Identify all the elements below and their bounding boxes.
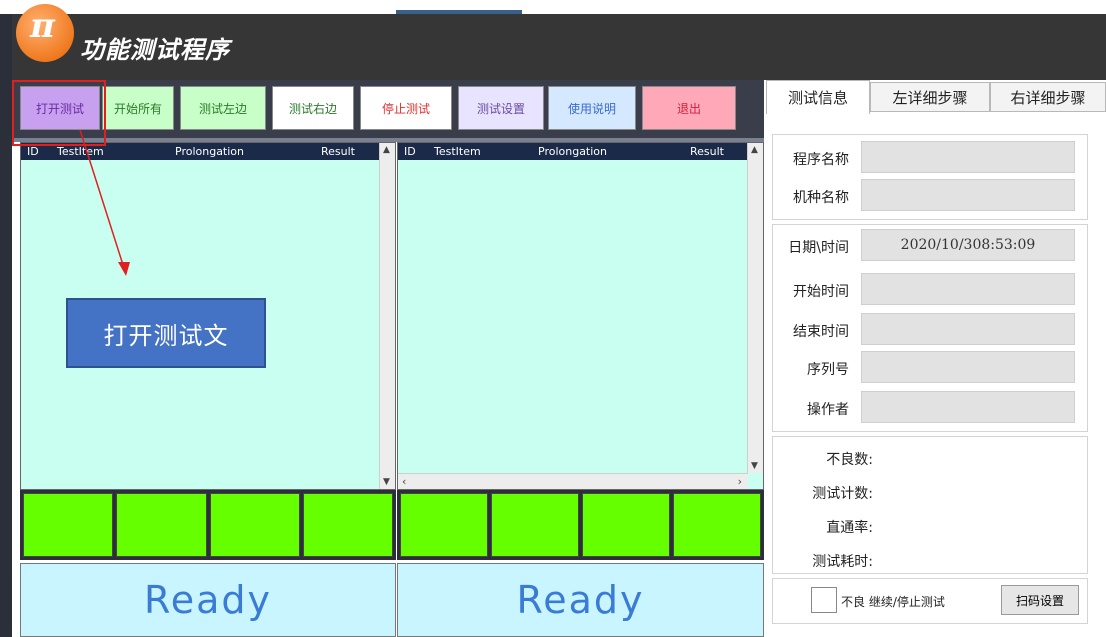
operator-label: 操作者	[807, 402, 849, 418]
toolbar: 打开测试 开始所有 测试左边 测试右边 停止测试 测试设置 使用说明 退出	[12, 80, 764, 142]
serial-field[interactable]	[861, 351, 1075, 383]
status-cell	[400, 493, 488, 557]
tab-test-info[interactable]: 测试信息	[766, 80, 870, 114]
continue-stop-checkbox[interactable]	[811, 587, 837, 613]
user-guide-button[interactable]: 使用说明	[548, 86, 636, 130]
end-time-label: 结束时间	[793, 324, 849, 340]
exit-button[interactable]: 退出	[642, 86, 736, 130]
model-name-label: 机种名称	[793, 190, 849, 206]
col-prolongation[interactable]: Prolongation	[538, 145, 607, 158]
app-window: π 功能测试程序 打开测试 开始所有 测试左边 测试右边 停止测试 测试设置 使…	[0, 0, 1106, 637]
col-id[interactable]: ID	[404, 145, 416, 158]
start-time-label: 开始时间	[793, 284, 849, 300]
test-count-label: 测试计数:	[812, 486, 873, 502]
right-horizontal-scrollbar[interactable]: ‹ ›	[398, 473, 748, 489]
col-testitem[interactable]: TestItem	[57, 145, 104, 158]
bottom-controls: 不良 继续/停止测试 扫码设置	[772, 578, 1088, 624]
info-panel: 测试信息 左详细步骤 右详细步骤 程序名称 机种名称 日期\时间 2020/10…	[764, 80, 1106, 637]
start-all-button[interactable]: 开始所有	[102, 86, 174, 130]
scroll-left-icon[interactable]: ‹	[402, 475, 406, 488]
elapsed-label: 测试耗时:	[812, 554, 873, 570]
left-strip	[0, 14, 12, 637]
yield-label: 直通率:	[826, 520, 873, 536]
left-status-cells	[20, 490, 396, 560]
status-cell	[116, 493, 207, 557]
right-ready-status: Ready	[397, 563, 764, 637]
datetime-label: 日期\时间	[788, 240, 849, 256]
right-vertical-scrollbar[interactable]: ▲ ▼	[747, 143, 763, 473]
time-group: 日期\时间 2020/10/308:53:09 开始时间 结束时间 序列号 操作…	[772, 224, 1088, 432]
status-cell	[302, 493, 393, 557]
col-result[interactable]: Result	[321, 145, 355, 158]
scroll-down-icon[interactable]: ▼	[383, 477, 390, 487]
status-cell	[673, 493, 761, 557]
open-test-highlight	[12, 80, 106, 146]
tab-left-steps[interactable]: 左详细步骤	[870, 82, 990, 112]
info-tabs: 测试信息 左详细步骤 右详细步骤	[766, 80, 1106, 114]
program-name-label: 程序名称	[793, 152, 849, 168]
start-time-field[interactable]	[861, 273, 1075, 305]
title-bar: π 功能测试程序	[0, 0, 1106, 80]
col-testitem[interactable]: TestItem	[434, 145, 481, 158]
annotation-callout: 打开测试文	[66, 298, 266, 368]
program-name-field[interactable]	[861, 141, 1075, 173]
continue-stop-label: 不良 继续/停止测试	[841, 595, 945, 609]
model-name-field[interactable]	[861, 179, 1075, 211]
scroll-up-icon[interactable]: ▲	[383, 145, 390, 155]
col-id[interactable]: ID	[27, 145, 39, 158]
app-logo: π	[16, 4, 74, 62]
datetime-field: 2020/10/308:53:09	[861, 229, 1075, 261]
app-title: 功能测试程序	[80, 35, 230, 64]
scroll-down-icon[interactable]: ▼	[751, 461, 758, 471]
right-status-cells	[397, 490, 764, 560]
scan-settings-button[interactable]: 扫码设置	[1001, 585, 1079, 615]
test-left-button[interactable]: 测试左边	[180, 86, 266, 130]
right-test-grid[interactable]: ID TestItem Prolongation Result ▲ ▼ ‹ ›	[397, 142, 764, 490]
serial-label: 序列号	[807, 362, 849, 378]
left-vertical-scrollbar[interactable]: ▲ ▼	[379, 143, 395, 489]
test-right-button[interactable]: 测试右边	[272, 86, 354, 130]
status-cell	[23, 493, 114, 557]
stats-group: 不良数: 测试计数: 直通率: 测试耗时:	[772, 436, 1088, 574]
left-ready-status: Ready	[20, 563, 396, 637]
scroll-up-icon[interactable]: ▲	[751, 145, 758, 155]
test-settings-button[interactable]: 测试设置	[458, 86, 544, 130]
scroll-right-icon[interactable]: ›	[738, 475, 742, 488]
end-time-field[interactable]	[861, 313, 1075, 345]
program-group: 程序名称 机种名称	[772, 134, 1088, 220]
right-grid-header: ID TestItem Prolongation Result	[398, 143, 763, 160]
defects-label: 不良数:	[826, 452, 873, 468]
status-cell	[491, 493, 579, 557]
status-cell	[209, 493, 300, 557]
pi-icon: π	[30, 6, 55, 46]
col-result[interactable]: Result	[690, 145, 724, 158]
status-cell	[582, 493, 670, 557]
stop-test-button[interactable]: 停止测试	[360, 86, 452, 130]
tab-right-steps[interactable]: 右详细步骤	[990, 82, 1106, 112]
operator-field[interactable]	[861, 391, 1075, 423]
col-prolongation[interactable]: Prolongation	[175, 145, 244, 158]
